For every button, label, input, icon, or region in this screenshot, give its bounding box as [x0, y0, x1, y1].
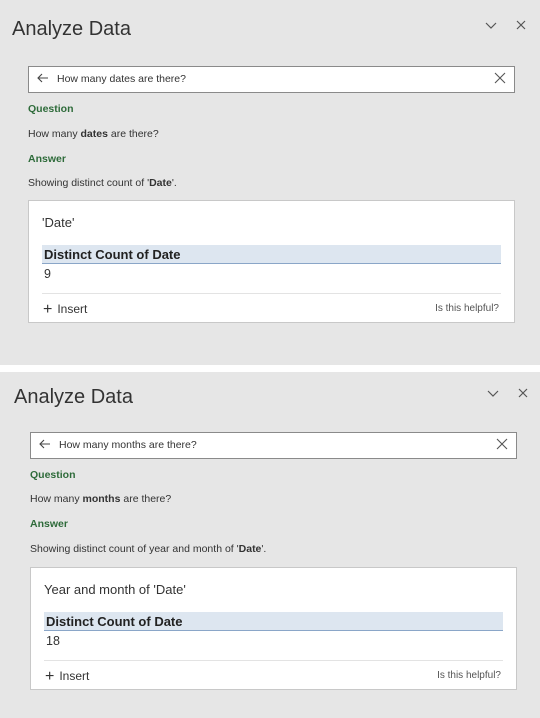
- card-title: 'Date': [42, 215, 75, 230]
- column-header: Distinct Count of Date: [44, 247, 181, 262]
- clear-icon[interactable]: [493, 71, 507, 85]
- result-card: 'Date' Distinct Count of Date 9 + Insert …: [28, 200, 515, 323]
- helpful-link[interactable]: Is this helpful?: [437, 670, 501, 681]
- table-header: Distinct Count of Date: [44, 612, 503, 631]
- question-label: Question: [30, 469, 76, 481]
- answer-text: Showing distinct count of year and month…: [30, 543, 267, 555]
- helpful-link[interactable]: Is this helpful?: [435, 303, 499, 314]
- result-value: 18: [46, 634, 60, 648]
- insert-button[interactable]: + Insert: [45, 668, 89, 686]
- back-arrow-icon[interactable]: [38, 437, 54, 453]
- chevron-down-icon[interactable]: [483, 18, 499, 34]
- close-icon[interactable]: [513, 18, 529, 34]
- answer-text: Showing distinct count of 'Date'.: [28, 177, 177, 189]
- analyze-data-pane-1: Analyze Data How many dates are there? Q…: [0, 0, 540, 365]
- search-input[interactable]: How many dates are there?: [57, 73, 186, 85]
- plus-icon: +: [43, 301, 53, 318]
- question-text: How many months are there?: [30, 493, 172, 505]
- answer-label: Answer: [28, 153, 66, 165]
- chevron-down-icon[interactable]: [485, 386, 501, 402]
- result-card: Year and month of 'Date' Distinct Count …: [30, 567, 517, 690]
- close-icon[interactable]: [515, 386, 531, 402]
- column-header: Distinct Count of Date: [46, 614, 183, 629]
- search-box[interactable]: How many months are there?: [30, 432, 517, 459]
- question-label: Question: [28, 103, 74, 115]
- search-input[interactable]: How many months are there?: [59, 439, 197, 451]
- card-divider: [44, 660, 503, 661]
- search-box[interactable]: How many dates are there?: [28, 66, 515, 93]
- clear-icon[interactable]: [495, 437, 509, 451]
- table-header: Distinct Count of Date: [42, 245, 501, 264]
- analyze-data-pane-2: Analyze Data How many months are there? …: [0, 372, 540, 718]
- answer-label: Answer: [30, 518, 68, 530]
- card-title: Year and month of 'Date': [44, 582, 186, 597]
- pane-separator: [0, 365, 540, 372]
- question-text: How many dates are there?: [28, 128, 159, 140]
- insert-button[interactable]: + Insert: [43, 301, 87, 319]
- plus-icon: +: [45, 668, 55, 685]
- pane-title: Analyze Data: [12, 18, 131, 40]
- result-value: 9: [44, 267, 51, 281]
- pane-title: Analyze Data: [14, 386, 133, 408]
- card-divider: [42, 293, 501, 294]
- back-arrow-icon[interactable]: [36, 71, 52, 87]
